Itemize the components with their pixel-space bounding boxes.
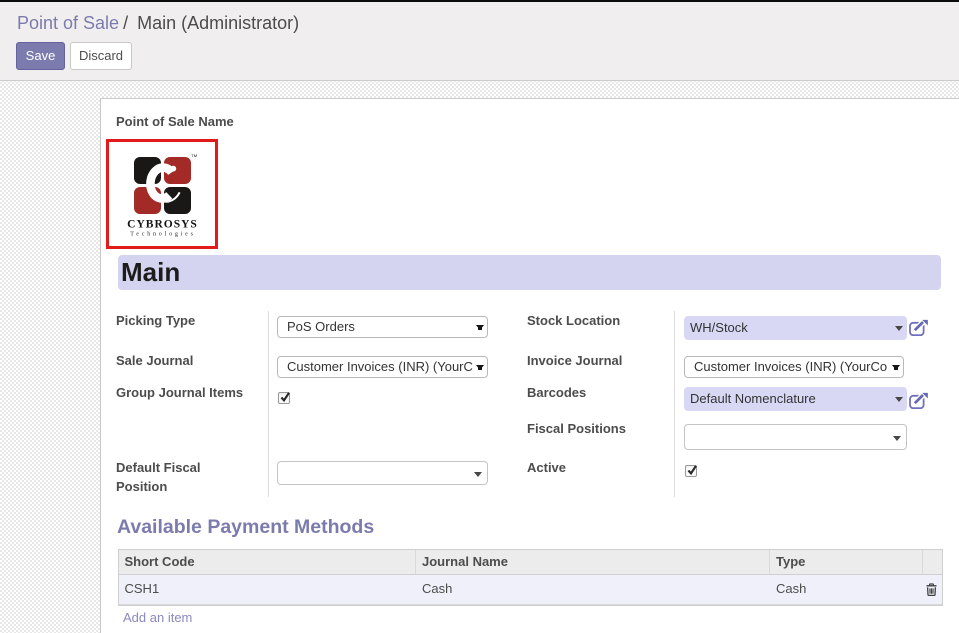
svg-text:CYBROSYS: CYBROSYS	[127, 219, 198, 231]
svg-text:Technologies: Technologies	[130, 232, 196, 238]
svg-text:™: ™	[191, 154, 198, 161]
